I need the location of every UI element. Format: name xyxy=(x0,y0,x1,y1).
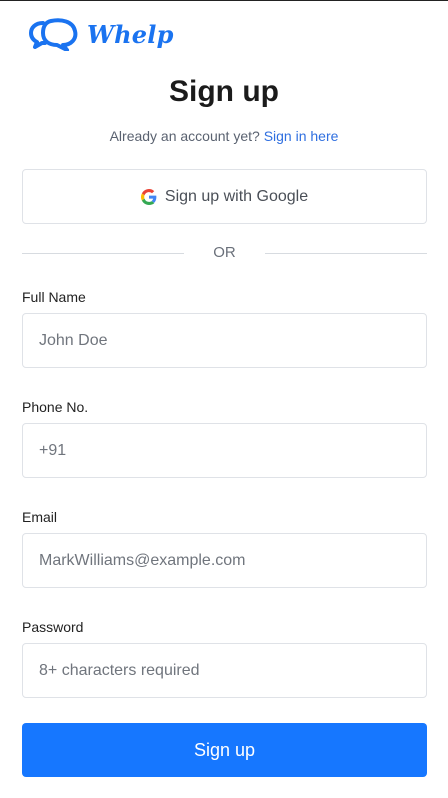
signin-link[interactable]: Sign in here xyxy=(264,128,339,144)
signin-prompt-text: Already an account yet? xyxy=(109,128,260,144)
full-name-input[interactable] xyxy=(22,313,427,368)
phone-label: Phone No. xyxy=(22,399,89,415)
brand-name: Whelp xyxy=(87,19,174,49)
signin-prompt: Already an account yet? Sign in here xyxy=(0,128,448,144)
brand-logo[interactable]: Whelp xyxy=(29,17,174,51)
password-input[interactable] xyxy=(22,643,427,698)
or-divider: OR xyxy=(22,243,427,263)
page-title: Sign up xyxy=(169,75,279,108)
email-input[interactable] xyxy=(22,533,427,588)
full-name-label: Full Name xyxy=(22,289,86,305)
google-signup-label: Sign up with Google xyxy=(164,187,309,205)
email-label: Email xyxy=(22,509,58,525)
phone-input[interactable] xyxy=(22,423,427,478)
signup-submit-button[interactable]: Sign up xyxy=(22,723,427,777)
google-signup-button[interactable]: Sign up with Google xyxy=(22,169,427,224)
google-icon xyxy=(140,188,157,205)
chat-bubbles-icon xyxy=(29,18,78,51)
password-label: Password xyxy=(22,619,84,635)
or-text: OR xyxy=(213,244,236,261)
